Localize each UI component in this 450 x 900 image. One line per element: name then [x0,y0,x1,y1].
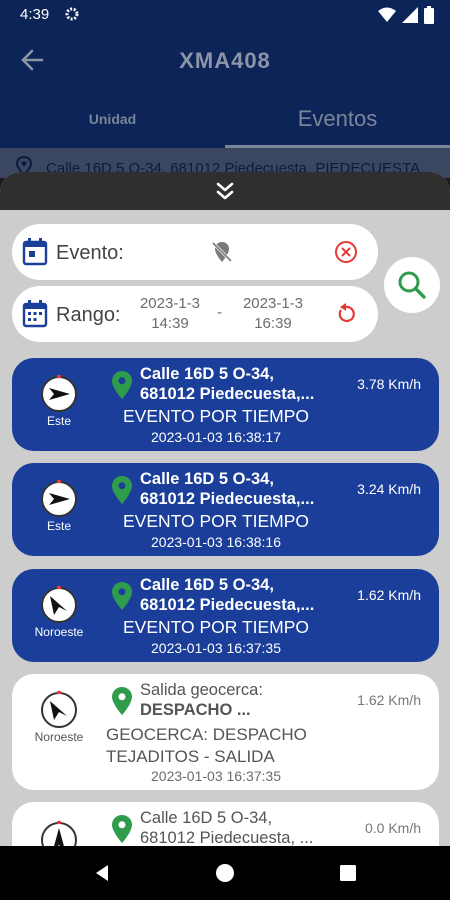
calendar-icon [22,300,48,333]
events-sheet: Evento: Rango: 2023-1-3 14:39 - 2023-1-3… [0,172,450,847]
page-title: XMA408 [179,48,271,73]
wifi-icon [378,7,396,28]
direction-label: Noroeste [34,625,84,639]
calendar-icon [22,238,48,271]
event-card[interactable]: Calle 16D 5 O-34, 681012 Piedecuesta, ...… [12,802,439,847]
compass-east-icon [39,479,79,524]
app-bar: XMA408 [0,30,450,90]
event-speed: 3.24 Km/h [357,481,421,497]
settings-gear-icon [64,6,80,27]
date-to[interactable]: 2023-1-3 16:39 [233,294,313,334]
tab-eventos[interactable]: Eventos [225,90,450,148]
event-address: Calle 16D 5 O-34, 681012 Piedecuesta, ... [140,809,314,847]
tab-bar: Unidad Eventos [0,90,450,148]
search-button[interactable] [384,257,440,313]
location-off-icon[interactable] [210,240,234,269]
direction-label: Noroeste [34,730,84,744]
event-card[interactable]: Este Calle 16D 5 O-34, 681012 Piedecuesta… [12,463,439,556]
date-to-date: 2023-1-3 [242,295,304,312]
date-from[interactable]: 2023-1-3 14:39 [130,294,210,334]
event-speed: 3.78 Km/h [357,376,421,392]
nav-recents-icon[interactable] [339,863,357,888]
event-card[interactable]: Este Calle 16D 5 O-34, 681012 Piedecuesta… [12,358,439,451]
event-address: Calle 16D 5 O-34, 681012 Piedecuesta,... [140,576,315,614]
rango-filter[interactable]: Rango: 2023-1-3 14:39 - 2023-1-3 16:39 [12,286,378,342]
event-type: EVENTO POR TIEMPO [122,511,310,531]
battery-icon [424,6,434,29]
compass-east-icon [39,374,79,419]
event-card[interactable]: Noroeste Salida geocerca: DESPACHO ... 1.… [12,674,439,790]
event-address: Calle 16D 5 O-34, 681012 Piedecuesta,... [140,365,315,403]
green-pin-icon [111,370,133,405]
tab-unidad[interactable]: Unidad [0,90,225,148]
event-card[interactable]: Noroeste Calle 16D 5 O-34, 681012 Piedecu… [12,569,439,662]
event-type: EVENTO POR TIEMPO [122,617,310,637]
status-bar: 4:39 [0,0,450,30]
event-speed: 1.62 Km/h [357,692,421,708]
nav-home-icon[interactable] [215,863,235,888]
event-speed: 0.0 Km/h [364,820,421,836]
date-to-time: 16:39 [254,315,292,332]
event-type: GEOCERCA: DESPACHO TEJADITOS - SALIDA [106,725,307,766]
event-address: Salida geocerca: DESPACHO ... [140,681,263,719]
refresh-icon[interactable] [334,302,358,331]
direction-label: Este [46,519,71,533]
event-timestamp: 2023-01-03 16:37:35 [151,640,281,656]
signal-icon [402,7,418,28]
event-type: EVENTO POR TIEMPO [122,406,310,426]
clear-evento-icon[interactable] [334,240,358,269]
event-timestamp: 2023-01-03 16:37:35 [151,768,281,784]
status-time: 4:39 [20,6,50,23]
date-from-date: 2023-1-3 [139,295,201,312]
compass-northwest-icon [39,690,79,735]
nav-back-icon[interactable] [92,863,112,888]
event-timestamp: 2023-01-03 16:38:16 [151,534,281,550]
sheet-handle[interactable] [0,172,450,210]
evento-label: Evento: [56,242,124,264]
date-from-time: 14:39 [151,315,189,332]
compass-north-icon [39,820,79,847]
event-address: Calle 16D 5 O-34, 681012 Piedecuesta,... [140,470,315,508]
green-pin-icon [111,814,133,847]
range-separator: - [217,304,222,321]
event-speed: 1.62 Km/h [357,587,421,603]
system-nav-bar [0,846,450,900]
compass-northwest-icon [39,585,79,630]
evento-filter[interactable]: Evento: [12,224,378,280]
event-timestamp: 2023-01-03 16:38:17 [151,429,281,445]
rango-label: Rango: [56,304,121,326]
green-pin-icon [111,581,133,616]
green-pin-icon [111,686,133,721]
direction-label: Este [46,414,71,428]
green-pin-icon [111,475,133,510]
double-chevron-down-icon[interactable] [213,180,237,209]
